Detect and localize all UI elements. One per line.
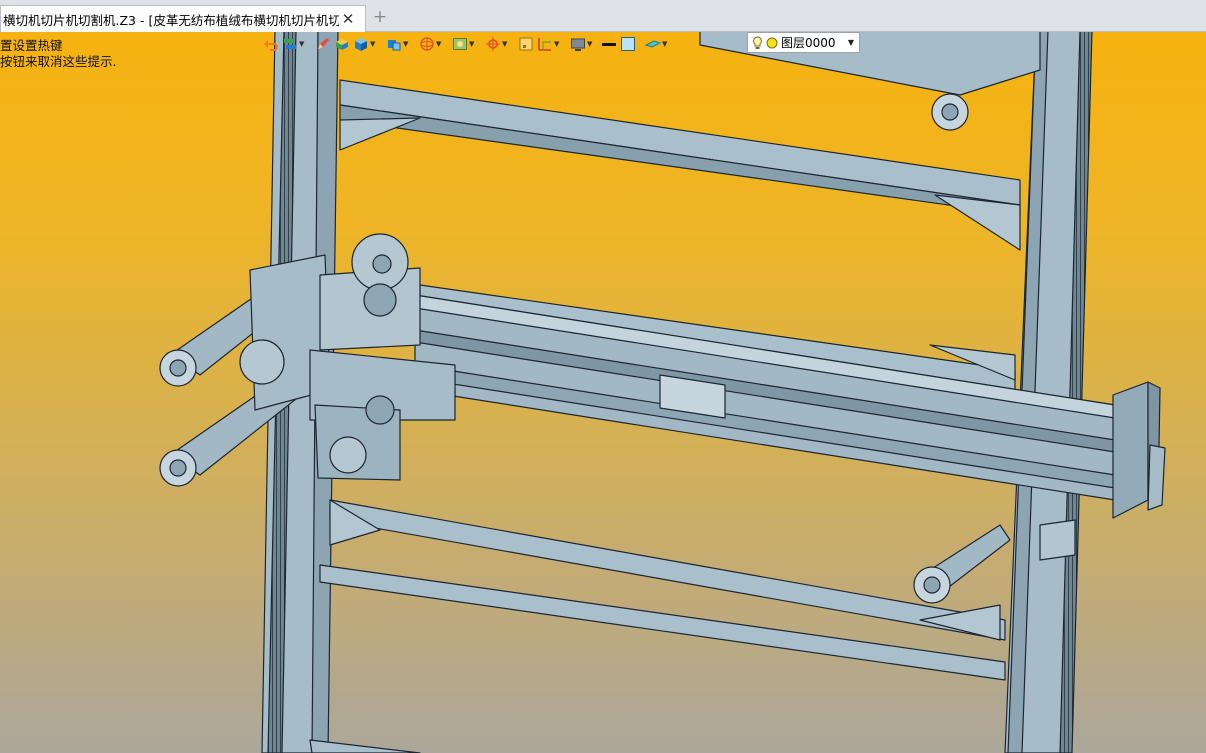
machine-model[interactable] <box>0 0 1206 753</box>
line-style-button[interactable] <box>600 35 618 53</box>
display-button[interactable]: ▼ <box>569 35 595 53</box>
document-tab-title: 横切机切片机切割机.Z3 - [皮革无纺布植绒布横切机切片机切割机] <box>3 12 339 28</box>
crosshair-icon <box>486 37 500 51</box>
document-tab-bar: 横切机切片机切割机.Z3 - [皮革无纺布植绒布横切机切片机切割机] ✕ + <box>0 0 1206 32</box>
layer-dropdown-arrow-icon[interactable]: ▼ <box>848 38 854 47</box>
shaded-button[interactable] <box>333 35 351 53</box>
document-tab[interactable]: 横切机切片机切割机.Z3 - [皮革无纺布植绒布横切机切片机切割机] ✕ <box>0 5 366 32</box>
color-swatch-icon <box>621 37 635 51</box>
dropdown-arrow-icon[interactable]: ▼ <box>436 40 443 48</box>
grid-axis-icon <box>538 38 551 51</box>
new-tab-button[interactable]: + <box>371 7 389 27</box>
dropdown-arrow-icon[interactable]: ▼ <box>662 40 669 48</box>
dropdown-arrow-icon[interactable]: ▼ <box>370 40 377 48</box>
line-color-icon <box>602 43 616 46</box>
dropdown-arrow-icon[interactable]: ▼ <box>554 40 561 48</box>
snap-button[interactable]: ▼ <box>484 35 510 53</box>
shaded-box-icon <box>336 39 348 50</box>
plane-icon <box>645 40 661 48</box>
dropdown-arrow-icon[interactable]: ▼ <box>299 40 306 48</box>
layer-selector[interactable]: 图层0000 ▼ <box>747 32 860 53</box>
plane-button[interactable]: ▼ <box>644 35 670 53</box>
beam-end-cap <box>1112 381 1149 519</box>
dropdown-arrow-icon[interactable]: ▼ <box>587 40 594 48</box>
layer-name: 图层0000 <box>781 36 836 50</box>
views-button[interactable]: ▼ <box>385 35 411 53</box>
layers-stack-icon <box>284 39 296 49</box>
pencil-icon <box>318 38 329 49</box>
color-button[interactable] <box>619 35 637 53</box>
lightbulb-icon[interactable] <box>752 35 763 50</box>
sketch-button[interactable] <box>314 35 332 53</box>
dropdown-arrow-icon[interactable]: ▼ <box>403 40 410 48</box>
cube-views-icon <box>388 40 401 51</box>
render-style-button[interactable]: ▼ <box>418 35 444 53</box>
dropdown-arrow-icon[interactable]: ▼ <box>502 40 509 48</box>
solid-cube-icon <box>355 38 367 51</box>
sphere-wire-icon <box>420 37 434 51</box>
gear-left <box>239 339 285 385</box>
view-toolbar: ▼ ▼ ▼ ▼ ▼ ▼ ▼ ▼ ▼ <box>262 34 670 54</box>
picture-icon <box>453 38 467 50</box>
monitor-icon <box>571 38 585 51</box>
layers-button[interactable]: ▼ <box>281 35 307 53</box>
3d-viewport[interactable] <box>0 0 1206 753</box>
image-button[interactable]: ▼ <box>451 35 477 53</box>
dropdown-arrow-icon[interactable]: ▼ <box>469 40 476 48</box>
solid-button[interactable]: ▼ <box>352 35 378 53</box>
hint-line-2: 按钮来取消这些提示. <box>0 54 117 69</box>
grid-button[interactable]: ▼ <box>536 35 562 53</box>
frame-button[interactable] <box>517 35 535 53</box>
close-tab-icon[interactable]: ✕ <box>339 10 357 28</box>
undo-button[interactable] <box>262 35 280 53</box>
undo-icon <box>264 40 278 51</box>
layer-color-dot-icon <box>766 37 778 48</box>
frame-icon <box>519 37 533 51</box>
